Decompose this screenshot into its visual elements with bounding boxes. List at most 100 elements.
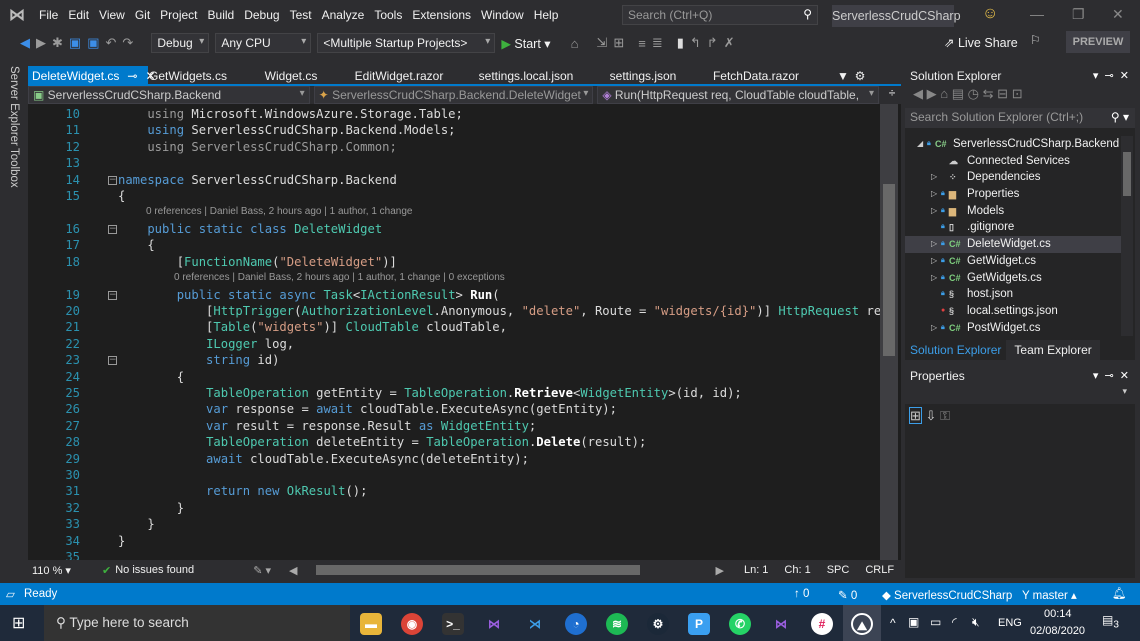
zoom-dropdown[interactable]: 110 % ▾	[28, 564, 86, 577]
split-icon[interactable]: ÷	[883, 86, 901, 104]
search-input[interactable]: Search (Ctrl+Q) ⚲	[622, 5, 818, 25]
configuration-dropdown[interactable]: Debug	[151, 33, 210, 53]
switch-views-icon[interactable]: ▤	[952, 86, 964, 101]
uncomment-icon[interactable]: ≣	[652, 35, 663, 51]
toolbox-tab[interactable]: Toolbox	[8, 148, 20, 188]
tray-app-icon[interactable]: ▣	[908, 615, 919, 629]
tab-widget[interactable]: Widget.cs	[228, 66, 354, 84]
back-icon[interactable]: ◀	[20, 35, 30, 51]
brush-icon[interactable]: ✎ ▾	[253, 564, 271, 577]
preview-badge[interactable]: PREVIEW	[1066, 31, 1130, 53]
scroll-left-icon[interactable]: ◀	[289, 564, 297, 577]
gear-icon[interactable]: ⚙	[852, 66, 868, 84]
prev-bookmark-icon[interactable]: ↰	[690, 35, 701, 51]
expand-arrow-icon[interactable]: ▷	[931, 203, 937, 220]
notification-bell-icon[interactable]: 🔔︎	[1112, 586, 1127, 600]
tab-settings-local[interactable]: settings.local.json	[444, 66, 608, 84]
menu-view[interactable]: View	[94, 8, 130, 22]
member-dropdown[interactable]: ◈ Run(HttpRequest req, CloudTable cloudT…	[597, 86, 880, 116]
back-icon[interactable]: ◀	[913, 86, 923, 101]
new-project-icon[interactable]: ✱	[52, 35, 63, 51]
slack-icon[interactable]: #	[811, 613, 833, 635]
save-icon[interactable]: ▣	[69, 35, 81, 51]
changes-count[interactable]: ✎ 0	[838, 588, 857, 602]
restore-icon[interactable]: ❐	[1072, 6, 1085, 23]
line-ending[interactable]: CRLF	[865, 564, 894, 576]
vertical-scrollbar[interactable]	[880, 104, 898, 560]
pmail-icon[interactable]: P	[688, 613, 710, 635]
tree-item[interactable]: 🔒︎ ▯ .gitignore	[905, 219, 1125, 236]
tab-fetchdata[interactable]: FetchData.razor	[678, 66, 834, 84]
fold-toggle-icon[interactable]: −	[108, 224, 117, 234]
scroll-right-icon[interactable]: ▶	[715, 564, 723, 577]
spotify-icon[interactable]: ≋	[606, 613, 628, 635]
active-app-tile[interactable]: ⛰	[843, 605, 881, 641]
battery-icon[interactable]: ▭	[930, 615, 941, 629]
windows-start-icon[interactable]: ⊞	[12, 613, 25, 633]
sync-icon[interactable]: ⇆	[983, 86, 994, 101]
tree-item[interactable]: ▷ 🔒︎ C# PostWidget.cs	[905, 320, 1125, 337]
alphabetical-icon[interactable]: ⇩	[926, 408, 937, 423]
horizontal-scrollbar-thumb[interactable]	[316, 565, 640, 575]
tree-scrollbar[interactable]	[1121, 136, 1133, 336]
tab-settings[interactable]: settings.json	[608, 66, 678, 84]
fold-toggle-icon[interactable]: −	[108, 175, 117, 185]
vscode-icon[interactable]: ⋊	[524, 613, 546, 635]
expand-arrow-icon[interactable]: ▷	[931, 253, 937, 270]
feedback-icon[interactable]: ⚐	[1030, 33, 1041, 47]
tab-solution-explorer[interactable]: Solution Explorer	[905, 340, 1007, 360]
file-explorer-icon[interactable]: ▬	[360, 613, 382, 635]
menu-help[interactable]: Help	[529, 8, 564, 22]
tab-deletewidget[interactable]: DeleteWidget.cs ⊸ ✕	[28, 66, 156, 84]
menu-project[interactable]: Project	[155, 8, 202, 22]
push-count[interactable]: ↑ 0	[794, 588, 809, 600]
panel-controls-icon[interactable]: ▾ ⊸ ✕	[1093, 66, 1129, 86]
visual-studio-2-icon[interactable]: ⋈	[770, 613, 792, 635]
language-indicator[interactable]: ENG	[998, 617, 1022, 629]
object-dropdown[interactable]: ▾	[905, 386, 1135, 404]
expand-arrow-icon[interactable]: ▷	[931, 186, 937, 203]
menu-test[interactable]: Test	[285, 8, 317, 22]
tree-item[interactable]: ▷ 🔒︎ C# GetWidgets.cs	[905, 270, 1125, 287]
volume-muted-icon[interactable]: 🔇︎	[972, 615, 980, 630]
menu-file[interactable]: File	[34, 8, 63, 22]
startup-project-dropdown[interactable]: <Multiple Startup Projects>	[317, 33, 496, 53]
fold-toggle-icon[interactable]: −	[108, 290, 117, 300]
step-icon[interactable]: ⇲	[596, 35, 607, 51]
close-window-icon[interactable]: ✕	[1112, 6, 1124, 23]
menu-debug[interactable]: Debug	[239, 8, 284, 22]
class-dropdown[interactable]: ✦ ServerlessCrudCSharp.Backend.DeleteWid…	[313, 86, 594, 104]
visual-studio-icon[interactable]: ⋈	[483, 613, 505, 635]
show-all-files-icon[interactable]: ⊡	[1012, 86, 1023, 101]
expand-arrow-icon[interactable]: ▷	[931, 320, 937, 337]
scrollbar-thumb[interactable]	[883, 184, 895, 356]
tree-item[interactable]: ▷ 🔒︎ C# GetWidget.cs	[905, 253, 1125, 270]
user-avatar-icon[interactable]: ☺	[982, 5, 998, 23]
comment-icon[interactable]: ≡	[638, 36, 646, 51]
terminal-icon[interactable]: >_	[442, 613, 464, 635]
firefox-icon[interactable]: ◔	[565, 613, 587, 635]
codelens[interactable]: 0 references | Daniel Bass, 2 hours ago …	[174, 270, 505, 286]
tab-list-icon[interactable]: ▼	[834, 66, 852, 84]
tree-item[interactable]: ▷ ⁘ Dependencies	[905, 169, 1125, 186]
tree-item[interactable]: ● § local.settings.json	[905, 303, 1125, 320]
wifi-icon[interactable]: ◜	[952, 615, 957, 629]
pending-changes-icon[interactable]: ◷	[968, 86, 979, 101]
tree-item[interactable]: ◢ 🔒︎ C# ServerlessCrudCSharp.Backend	[905, 136, 1125, 153]
property-pages-icon[interactable]: ⚿	[940, 408, 950, 423]
branch-selector[interactable]: Y master ▴	[1022, 588, 1077, 602]
fold-toggle-icon[interactable]: −	[108, 356, 117, 366]
expand-arrow-icon[interactable]: ▷	[931, 169, 937, 186]
scrollbar-thumb[interactable]	[1123, 152, 1131, 196]
codelens[interactable]: 0 references | Daniel Bass, 2 hours ago …	[146, 204, 412, 220]
menu-analyze[interactable]: Analyze	[317, 8, 370, 22]
tab-editwidget[interactable]: EditWidget.razor	[354, 66, 444, 84]
code-editor[interactable]: 10 using Microsoft.WindowsAzure.Storage.…	[28, 104, 901, 560]
menu-edit[interactable]: Edit	[63, 8, 94, 22]
server-explorer-tab[interactable]: Server Explorer	[8, 66, 20, 146]
collapse-all-icon[interactable]: ⊟	[997, 86, 1008, 101]
action-center-icon[interactable]: ▤3	[1102, 613, 1119, 630]
categorized-icon[interactable]: ⊞	[909, 407, 922, 424]
browser-icon[interactable]: ⌂	[571, 36, 579, 51]
clock-time[interactable]: 00:14	[1044, 608, 1072, 620]
